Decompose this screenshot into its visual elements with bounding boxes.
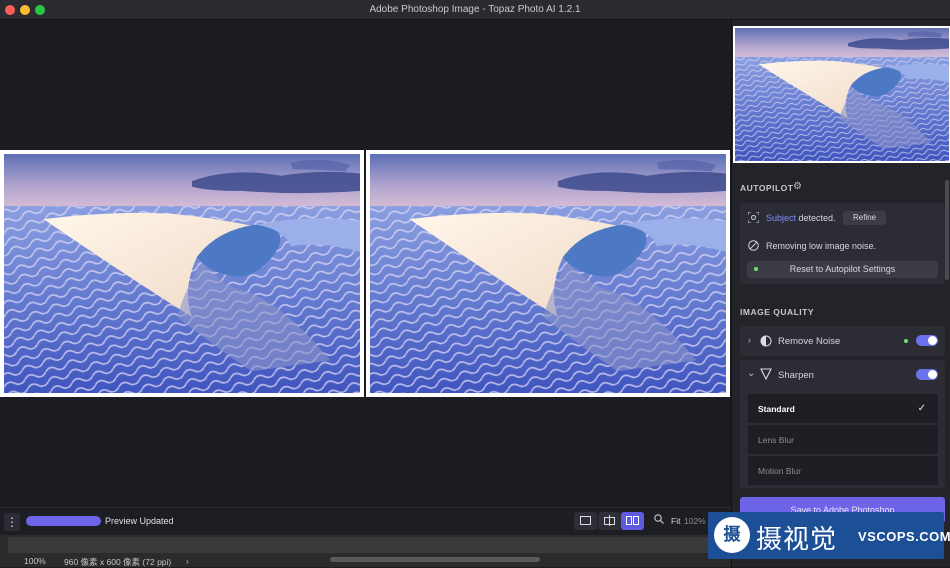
- processed-image-graphic: [370, 154, 726, 393]
- window-title: Adobe Photoshop Image - Topaz Photo AI 1…: [369, 4, 581, 15]
- sharpen-toggle[interactable]: [916, 369, 938, 380]
- more-vertical-icon[interactable]: ⋮: [4, 513, 20, 531]
- subject-detect-icon: [748, 212, 759, 223]
- preview-progress-bar: [26, 516, 101, 526]
- single-view-icon: [580, 516, 591, 525]
- sharpen-option-lens-blur[interactable]: Lens Blur: [748, 425, 938, 455]
- gear-icon[interactable]: ⚙: [793, 181, 802, 192]
- side-by-side-icon: [626, 516, 639, 525]
- sharpen-option-standard[interactable]: Standard ✓: [748, 394, 938, 424]
- remove-noise-icon: [760, 335, 772, 347]
- watermark-badge: 摄 摄视觉 VSCOPS.COM: [708, 512, 950, 559]
- title-bar: Adobe Photoshop Image - Topaz Photo AI 1…: [0, 0, 950, 20]
- sharpen-option-label: Lens Blur: [758, 435, 794, 445]
- noise-status-text: Removing low image noise.: [766, 241, 877, 251]
- subject-link[interactable]: Subject: [766, 213, 796, 223]
- remove-noise-label: Remove Noise: [778, 336, 841, 347]
- bottom-toolbar: ⋮ Preview Updated Fit 102%: [0, 507, 731, 535]
- split-view-button[interactable]: [598, 512, 621, 530]
- split-view-icon: [604, 515, 615, 526]
- status-dot: [754, 267, 758, 271]
- navigator-image: [735, 28, 949, 161]
- single-view-button[interactable]: [574, 512, 597, 530]
- right-panel: AUTOPILOT ⚙ Subject detected. Refine Rem…: [731, 20, 950, 567]
- chevron-right-icon[interactable]: ›: [748, 335, 751, 345]
- sharpen-label: Sharpen: [778, 370, 814, 381]
- panel-scrollbar[interactable]: [945, 180, 949, 280]
- image-quality-heading: IMAGE QUALITY: [740, 307, 815, 317]
- sharpen-icon: [760, 368, 772, 380]
- zoom-percent[interactable]: 102%: [684, 516, 706, 526]
- zoom-icon[interactable]: [654, 514, 664, 527]
- remove-noise-toggle[interactable]: [916, 335, 938, 346]
- reset-autopilot-button[interactable]: Reset to Autopilot Settings: [747, 261, 938, 278]
- sharpen-option-label: Standard: [758, 404, 795, 414]
- autopilot-card: Subject detected. Refine Removing low im…: [740, 203, 945, 284]
- reset-autopilot-label: Reset to Autopilot Settings: [789, 264, 896, 274]
- app-window: Adobe Photoshop Image - Topaz Photo AI 1…: [0, 0, 950, 567]
- zoom-fit-button[interactable]: Fit: [671, 516, 680, 526]
- remove-noise-card[interactable]: › Remove Noise: [740, 326, 945, 356]
- remove-noise-status-dot: [904, 339, 908, 343]
- original-image-graphic: [4, 154, 360, 393]
- subject-detected-text: Subject detected.: [766, 213, 836, 223]
- noise-icon: [748, 240, 759, 251]
- navigator-image-graphic: [735, 28, 949, 161]
- watermark-logo: 摄: [714, 517, 750, 553]
- photoshop-horizontal-scrollbar[interactable]: [8, 537, 722, 553]
- refine-button[interactable]: Refine: [843, 211, 887, 225]
- photoshop-document-info: 960 像素 x 600 像素 (72 ppi): [64, 557, 172, 567]
- sharpen-option-label: Motion Blur: [758, 466, 801, 476]
- watermark-chinese-text: 摄视觉: [756, 525, 838, 555]
- photoshop-info-arrow[interactable]: ›: [186, 556, 189, 566]
- preview-canvas[interactable]: [0, 20, 731, 507]
- side-by-side-view-button[interactable]: [621, 512, 644, 530]
- original-preview[interactable]: [0, 150, 364, 397]
- processed-preview[interactable]: [366, 150, 730, 397]
- photoshop-zoom-level[interactable]: 100%: [24, 556, 46, 566]
- photoshop-scroll-thumb[interactable]: [330, 557, 540, 562]
- checkmark-icon: ✓: [917, 403, 926, 414]
- sharpen-option-motion-blur[interactable]: Motion Blur: [748, 456, 938, 486]
- chevron-down-icon[interactable]: ⌄: [747, 368, 755, 379]
- watermark-english-text: VSCOPS.COM: [858, 529, 950, 544]
- navigator-thumbnail[interactable]: [733, 26, 950, 163]
- autopilot-heading: AUTOPILOT: [740, 183, 794, 193]
- zoom-icon-graphic: [654, 514, 664, 524]
- photoshop-status-bar: 100% 960 像素 x 600 像素 (72 ppi) ›: [0, 535, 731, 567]
- subject-detected-suffix: detected.: [796, 213, 836, 223]
- preview-status: Preview Updated: [105, 516, 174, 526]
- processed-image: [370, 154, 726, 393]
- sharpen-card: ⌄ Sharpen Standard ✓ Lens Blur Motion Bl…: [740, 360, 945, 488]
- original-image: [4, 154, 360, 393]
